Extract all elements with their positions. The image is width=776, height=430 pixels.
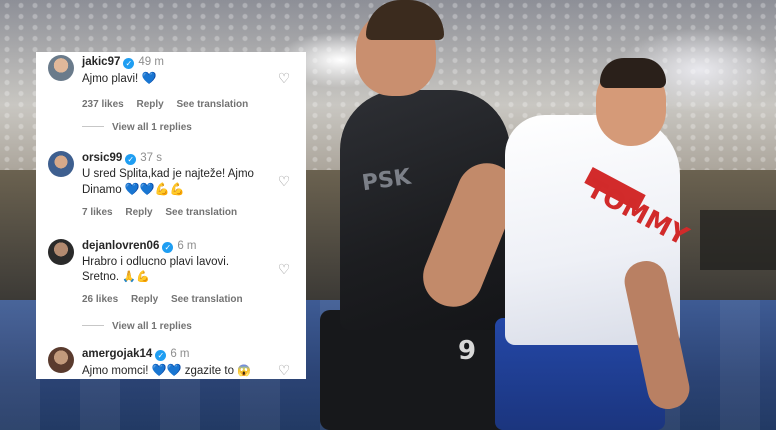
comment-header: orsic99 ✓ 37 s xyxy=(82,151,292,165)
comment-header: dejanlovren06 ✓ 6 m xyxy=(82,239,292,253)
board-panel xyxy=(700,210,776,270)
username[interactable]: amergojak14 xyxy=(82,348,152,360)
heart-outline-icon[interactable]: ♡ xyxy=(276,362,292,378)
comment-time: 6 m xyxy=(170,348,190,360)
comment-text: Hrabro i odlucno plavi lavovi. Sretno. 🙏… xyxy=(82,255,292,285)
comment-body: amergojak14 ✓ 6 m Ajmo momci! 💙💙 zgazite t… xyxy=(82,347,292,379)
see-translation-button[interactable]: See translation xyxy=(165,207,237,218)
blue-heart-emoji: 💙💙 xyxy=(151,363,182,377)
likes-count[interactable]: 237 likes xyxy=(82,99,124,110)
comment-header: jakic97 ✓ 49 m xyxy=(82,55,292,69)
comment-text-content: zgazite to xyxy=(184,365,234,377)
shocked-face-emoji: 😱 xyxy=(237,365,251,377)
verified-badge-icon: ✓ xyxy=(125,154,137,165)
heart-outline-icon[interactable]: ♡ xyxy=(276,173,292,189)
comment-actions: 237 likes Reply See translation xyxy=(82,99,292,110)
comment-time: 6 m xyxy=(177,240,197,252)
likes-count[interactable]: 7 likes xyxy=(82,207,113,218)
see-translation-button[interactable]: See translation xyxy=(177,99,249,110)
username[interactable]: jakic97 xyxy=(82,56,120,68)
instagram-comments-panel: jakic97 ✓ 49 m Ajmo plavi! 💙 237 likes Rep… xyxy=(36,52,306,379)
comment-time: 37 s xyxy=(140,152,163,164)
comment-actions: 26 likes Reply See translation xyxy=(82,294,292,305)
username[interactable]: orsic99 xyxy=(82,152,122,164)
see-translation-button[interactable]: See translation xyxy=(171,294,243,305)
comment-text-line: Hrabro i odlucno plavi lavovi. xyxy=(82,256,230,268)
comment-text: Ajmo plavi! 💙 xyxy=(82,71,292,87)
view-replies-button[interactable]: View all 1 replies xyxy=(82,122,192,133)
comment-text: Ajmo momci! 💙💙 zgazite to 😱 xyxy=(82,363,292,379)
view-replies-button[interactable]: View all 1 replies xyxy=(82,321,192,332)
verified-badge-icon: ✓ xyxy=(123,58,135,69)
heart-outline-icon[interactable]: ♡ xyxy=(276,261,292,277)
comment-time: 49 m xyxy=(138,56,164,68)
blue-heart-emoji: 💙 xyxy=(141,71,157,85)
view-replies-label: View all 1 replies xyxy=(112,122,192,133)
verified-badge-icon: ✓ xyxy=(162,242,174,253)
comment-text-content: Ajmo plavi! xyxy=(82,73,139,85)
comment-body: jakic97 ✓ 49 m Ajmo plavi! 💙 237 likes Rep… xyxy=(82,55,292,110)
comment-header: amergojak14 ✓ 6 m xyxy=(82,347,292,361)
likes-count[interactable]: 26 likes xyxy=(82,294,118,305)
username[interactable]: dejanlovren06 xyxy=(82,240,159,252)
comment-body: orsic99 ✓ 37 s U sred Splita,kad je najtež… xyxy=(82,151,292,218)
view-replies-label: View all 1 replies xyxy=(112,321,192,332)
reply-button[interactable]: Reply xyxy=(131,294,158,305)
verified-badge-icon: ✓ xyxy=(155,350,167,361)
emoji-set: 💙💙💪💪 xyxy=(124,182,185,196)
comment-actions: 7 likes Reply See translation xyxy=(82,207,292,218)
avatar[interactable] xyxy=(48,347,74,373)
comment-text-content: Ajmo momci! xyxy=(82,365,149,377)
heart-outline-icon[interactable]: ♡ xyxy=(276,70,292,86)
white-player-hair xyxy=(600,58,666,88)
emoji-set: 🙏💪 xyxy=(122,271,150,283)
replies-divider xyxy=(82,126,104,127)
comment-text: U sred Splita,kad je najteže! Ajmo Dinam… xyxy=(82,167,277,198)
reply-button[interactable]: Reply xyxy=(125,207,152,218)
avatar[interactable] xyxy=(48,239,74,265)
comment-body: dejanlovren06 ✓ 6 m Hrabro i odlucno plavi… xyxy=(82,239,292,305)
comment-text-line: Sretno. xyxy=(82,271,120,283)
avatar[interactable] xyxy=(48,55,74,81)
avatar[interactable] xyxy=(48,151,74,177)
replies-divider xyxy=(82,325,104,326)
reply-button[interactable]: Reply xyxy=(137,99,164,110)
jersey-number: 9 xyxy=(458,336,477,366)
